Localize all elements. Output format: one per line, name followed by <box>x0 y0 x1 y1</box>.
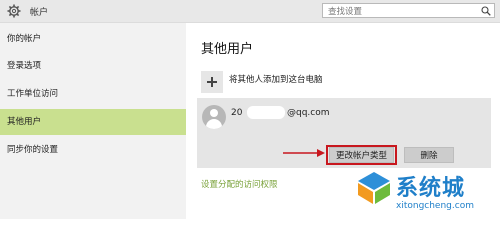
change-account-type-button[interactable]: 更改帐户类型 <box>329 147 394 163</box>
sidebar-item-other-users[interactable]: 其他用户 <box>0 109 186 135</box>
plus-icon[interactable] <box>201 71 223 93</box>
account-email-suffix: @qq.com <box>287 108 330 118</box>
watermark-brand: 系统城 <box>396 176 466 201</box>
add-user-label[interactable]: 将其他人添加到这台电脑 <box>229 73 323 85</box>
page-title: 其他用户 <box>201 42 254 57</box>
window-title: 帐户 <box>30 8 49 18</box>
assigned-access-link[interactable]: 设置分配的访问权限 <box>201 178 278 190</box>
redaction-mask <box>247 106 285 119</box>
sidebar-item-work-access[interactable]: 工作单位访问 <box>0 81 186 107</box>
account-email-prefix: 20 <box>231 108 243 118</box>
sidebar-item-sync-settings[interactable]: 同步你的设置 <box>0 137 186 163</box>
search-input[interactable]: 查找设置 <box>322 3 495 18</box>
sidebar-item-sign-in-options[interactable]: 登录选项 <box>0 53 186 79</box>
title-bar: 帐户 查找设置 <box>0 0 500 23</box>
gear-icon <box>7 4 21 18</box>
watermark: 系统城 xitongcheng.com <box>356 168 500 219</box>
search-icon[interactable] <box>481 6 491 16</box>
search-placeholder: 查找设置 <box>328 7 363 17</box>
watermark-logo-icon <box>358 172 390 204</box>
sidebar-item-your-account[interactable]: 你的帐户 <box>0 26 186 52</box>
user-avatar-icon <box>202 105 226 129</box>
red-arrow-annotation <box>283 149 325 157</box>
sidebar: 你的帐户 登录选项 工作单位访问 其他用户 同步你的设置 <box>0 23 186 219</box>
delete-button[interactable]: 删除 <box>404 147 454 163</box>
watermark-site: xitongcheng.com <box>396 201 474 211</box>
